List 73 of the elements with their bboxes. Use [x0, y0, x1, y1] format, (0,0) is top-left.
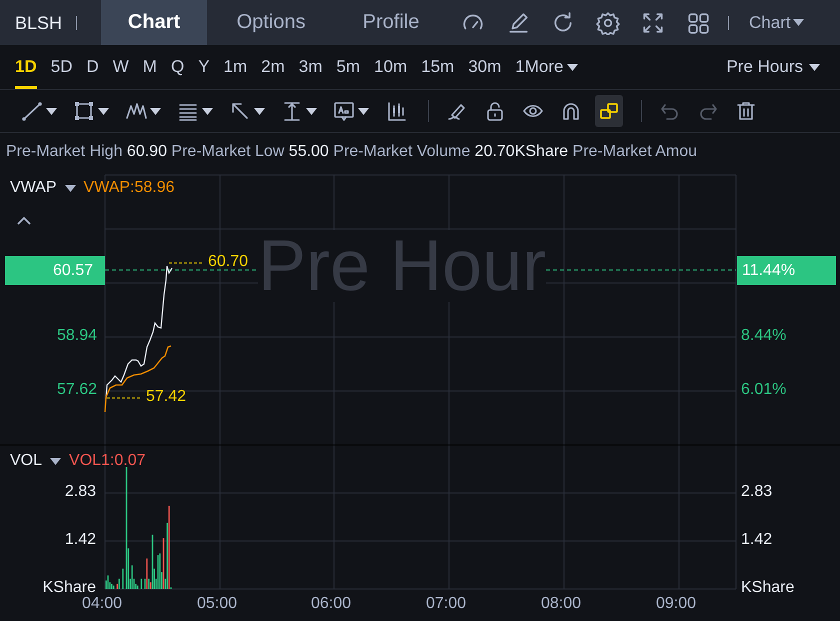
unit-label: KShare	[42, 579, 96, 596]
last-price-badge: 60.57	[5, 256, 105, 285]
settings-icon[interactable]	[596, 10, 620, 34]
period-tab[interactable]: 1	[515, 45, 525, 89]
indicator-value: VOL1:0.07	[69, 452, 146, 470]
fullscreen-icon[interactable]	[641, 10, 666, 34]
volume-axis-label: 2.83	[741, 483, 772, 501]
caret-icon[interactable]	[46, 108, 57, 114]
period-tab[interactable]: Y	[198, 45, 210, 89]
caret-icon[interactable]	[306, 108, 317, 114]
price-axis-label: 57.62	[56, 381, 97, 399]
caret-icon[interactable]	[202, 108, 213, 114]
caret-icon[interactable]	[50, 458, 62, 464]
caret-icon[interactable]	[254, 108, 265, 114]
change-badge: 11.44%	[737, 256, 836, 285]
pattern-tool-icon	[125, 100, 147, 122]
leader-line	[168, 262, 202, 264]
caret-icon[interactable]	[64, 184, 76, 192]
rectangle-tool-icon	[73, 100, 95, 122]
period-tab[interactable]: 30m	[468, 45, 502, 89]
volume-axis-label: 1.42	[741, 531, 772, 549]
tab[interactable]: Chart	[101, 0, 208, 45]
period-tab[interactable]: 5D	[50, 45, 72, 89]
unit-label: KShare	[741, 579, 794, 597]
period-tab[interactable]: 2m	[261, 45, 285, 89]
period-tab[interactable]: W	[112, 45, 129, 89]
trash-icon	[735, 100, 757, 122]
line-tool-icon	[21, 100, 43, 122]
volume-axis-label: 2.83	[64, 483, 96, 501]
more-menu[interactable]: More	[524, 57, 578, 77]
time-axis-label: 09:00	[656, 595, 696, 613]
magnet-icon	[560, 100, 582, 122]
indicator-name[interactable]: VWAP	[10, 179, 57, 197]
indicator-value: VWAP:58.96	[84, 179, 175, 197]
candlestick-icon	[385, 100, 407, 122]
percent-axis-label: 8.44%	[741, 327, 786, 345]
period-tab[interactable]: Q	[170, 45, 184, 89]
session-menu[interactable]: Pre Hours	[726, 57, 820, 77]
period-tab[interactable]: 10m	[374, 45, 408, 89]
grid-icon[interactable]	[686, 10, 710, 34]
unlock-icon	[484, 100, 506, 122]
period-tab[interactable]: 1D	[15, 45, 37, 89]
low-price-label: 57.42	[146, 388, 186, 406]
caret-icon[interactable]	[358, 108, 369, 114]
caret-icon[interactable]	[567, 64, 578, 70]
tool-button[interactable]	[595, 95, 623, 127]
tab[interactable]: Options	[207, 0, 336, 45]
caret-icon[interactable]	[98, 108, 109, 114]
period-tab[interactable]: 3m	[298, 45, 322, 89]
caret-icon[interactable]	[150, 108, 161, 114]
period-tab[interactable]: 5m	[336, 45, 360, 89]
indicator-name[interactable]: VOL	[10, 452, 42, 470]
pre-market-stats: Pre-Market High 60.90 Pre-Market Low 55.00 Pre-Market Volume 20.70KShare Pre-Market Amou	[6, 143, 698, 160]
high-price-label: 60.70	[208, 253, 248, 271]
period-tab[interactable]: D	[86, 45, 99, 89]
time-axis-label: 08:00	[541, 595, 582, 613]
text-tool-icon	[333, 100, 355, 122]
time-axis-label: 05:00	[197, 595, 238, 613]
price-axis-label: 58.94	[56, 327, 97, 345]
period-tab[interactable]: 15m	[421, 45, 454, 89]
link-icon	[598, 100, 620, 122]
tab[interactable]: Profile	[335, 0, 448, 45]
percent-axis-label: 6.01%	[741, 381, 786, 399]
time-axis-label: 04:00	[82, 595, 122, 613]
time-axis-label: 07:00	[426, 595, 466, 613]
chart-menu[interactable]: Chart	[728, 16, 804, 30]
caret-icon[interactable]	[809, 64, 820, 70]
collapse-icon[interactable]	[17, 216, 31, 225]
time-axis-label: 06:00	[311, 595, 352, 613]
caret-icon[interactable]	[792, 19, 804, 26]
period-tab[interactable]: M	[142, 45, 157, 89]
period-tab[interactable]: 1m	[224, 45, 248, 89]
volume-axis-label: 1.42	[64, 531, 96, 549]
